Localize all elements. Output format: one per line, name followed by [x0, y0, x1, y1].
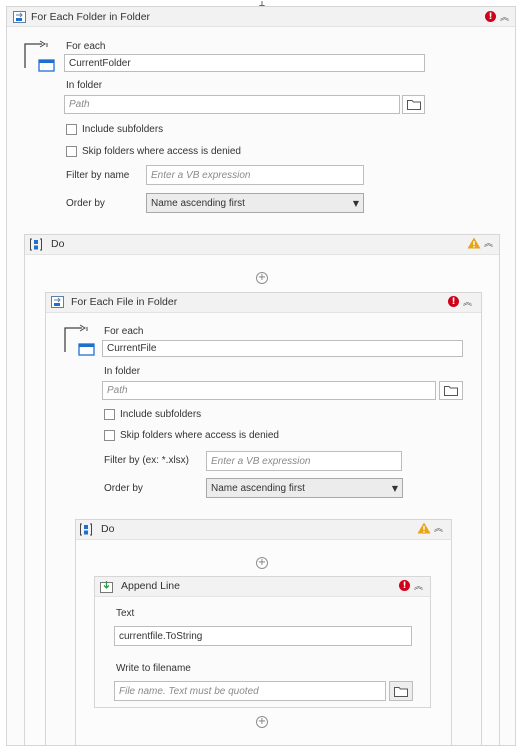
write-to-filename-label: Write to filename: [116, 663, 191, 674]
in-folder-label: In folder: [104, 366, 141, 377]
for-each-item-input[interactable]: CurrentFile: [102, 340, 463, 357]
collapse-chevron-icon[interactable]: ︽: [414, 579, 423, 592]
for-each-label: For each: [66, 41, 106, 52]
folder-icon: [394, 686, 408, 697]
warning-icon[interactable]: [467, 237, 481, 249]
order-by-value: Name ascending first: [211, 482, 305, 494]
folder-icon: [444, 386, 458, 396]
dropdown-arrow-icon: ▼: [352, 198, 359, 208]
filter-placeholder: Enter a VB expression: [151, 169, 251, 181]
filter-by-input[interactable]: Enter a VB expression: [206, 451, 402, 471]
folder-icon: [406, 100, 421, 110]
include-subfolders-label: Include subfolders: [82, 124, 164, 135]
collapse-chevron-icon[interactable]: ︽: [463, 295, 472, 308]
order-by-value: Name ascending first: [151, 197, 245, 209]
skip-denied-label: Skip folders where access is denied: [120, 430, 279, 441]
order-by-select[interactable]: Name ascending first ▼: [206, 478, 403, 498]
error-icon[interactable]: !: [485, 11, 496, 22]
text-label: Text: [116, 608, 135, 619]
include-subfolders-checkbox[interactable]: [66, 124, 77, 135]
filter-by-label: Filter by (ex: *.xlsx): [104, 455, 190, 466]
in-folder-input[interactable]: Path: [102, 381, 436, 400]
browse-folder-button[interactable]: [439, 381, 463, 400]
sequence-icon: [80, 523, 92, 536]
add-activity-button[interactable]: +: [256, 272, 268, 284]
filter-by-name-label: Filter by name: [66, 170, 130, 181]
include-subfolders-checkbox[interactable]: [104, 409, 115, 420]
in-folder-placeholder: Path: [107, 385, 128, 396]
for-each-item-input[interactable]: CurrentFolder: [64, 54, 425, 72]
for-each-arrow-icon: [62, 324, 96, 358]
for-each-label: For each: [104, 326, 144, 337]
activity-title: For Each Folder in Folder: [31, 11, 151, 23]
do-title: Do: [101, 523, 115, 535]
error-icon[interactable]: !: [448, 296, 459, 307]
sequence-icon: [30, 238, 42, 251]
text-input[interactable]: currentfile.ToString: [114, 626, 412, 646]
activity-title: Append Line: [121, 580, 180, 592]
order-by-select[interactable]: Name ascending first ▼: [146, 193, 364, 213]
collapse-chevron-icon[interactable]: ︽: [500, 10, 509, 23]
order-by-label: Order by: [66, 198, 105, 209]
do-header: [25, 235, 499, 255]
in-folder-label: In folder: [66, 80, 103, 91]
error-icon[interactable]: !: [399, 580, 410, 591]
filter-by-name-input[interactable]: Enter a VB expression: [146, 165, 364, 185]
for-each-file-icon: [51, 296, 64, 308]
include-subfolders-label: Include subfolders: [120, 409, 202, 420]
dropdown-arrow-icon: ▼: [391, 483, 398, 493]
browse-file-button[interactable]: [389, 681, 413, 701]
write-filename-placeholder: File name. Text must be quoted: [119, 685, 259, 697]
do-title: Do: [51, 238, 65, 250]
browse-folder-button[interactable]: [402, 95, 425, 114]
activity-title: For Each File in Folder: [71, 296, 178, 308]
skip-denied-checkbox[interactable]: [104, 430, 115, 441]
for-each-arrow-icon: [22, 40, 56, 74]
do-header: [76, 520, 451, 540]
add-activity-button[interactable]: +: [256, 716, 268, 728]
collapse-chevron-icon[interactable]: ︽: [434, 521, 443, 534]
order-by-label: Order by: [104, 483, 143, 494]
collapse-chevron-icon[interactable]: ︽: [484, 236, 493, 249]
append-line-icon: [100, 580, 113, 593]
skip-denied-label: Skip folders where access is denied: [82, 146, 241, 157]
in-folder-placeholder: Path: [69, 99, 90, 110]
add-activity-button[interactable]: +: [256, 557, 268, 569]
warning-icon[interactable]: [417, 522, 431, 534]
write-to-filename-input[interactable]: File name. Text must be quoted: [114, 681, 386, 701]
for-each-folder-icon: [13, 11, 26, 23]
in-folder-input[interactable]: Path: [64, 95, 400, 114]
filter-placeholder: Enter a VB expression: [211, 455, 311, 467]
skip-denied-checkbox[interactable]: [66, 146, 77, 157]
